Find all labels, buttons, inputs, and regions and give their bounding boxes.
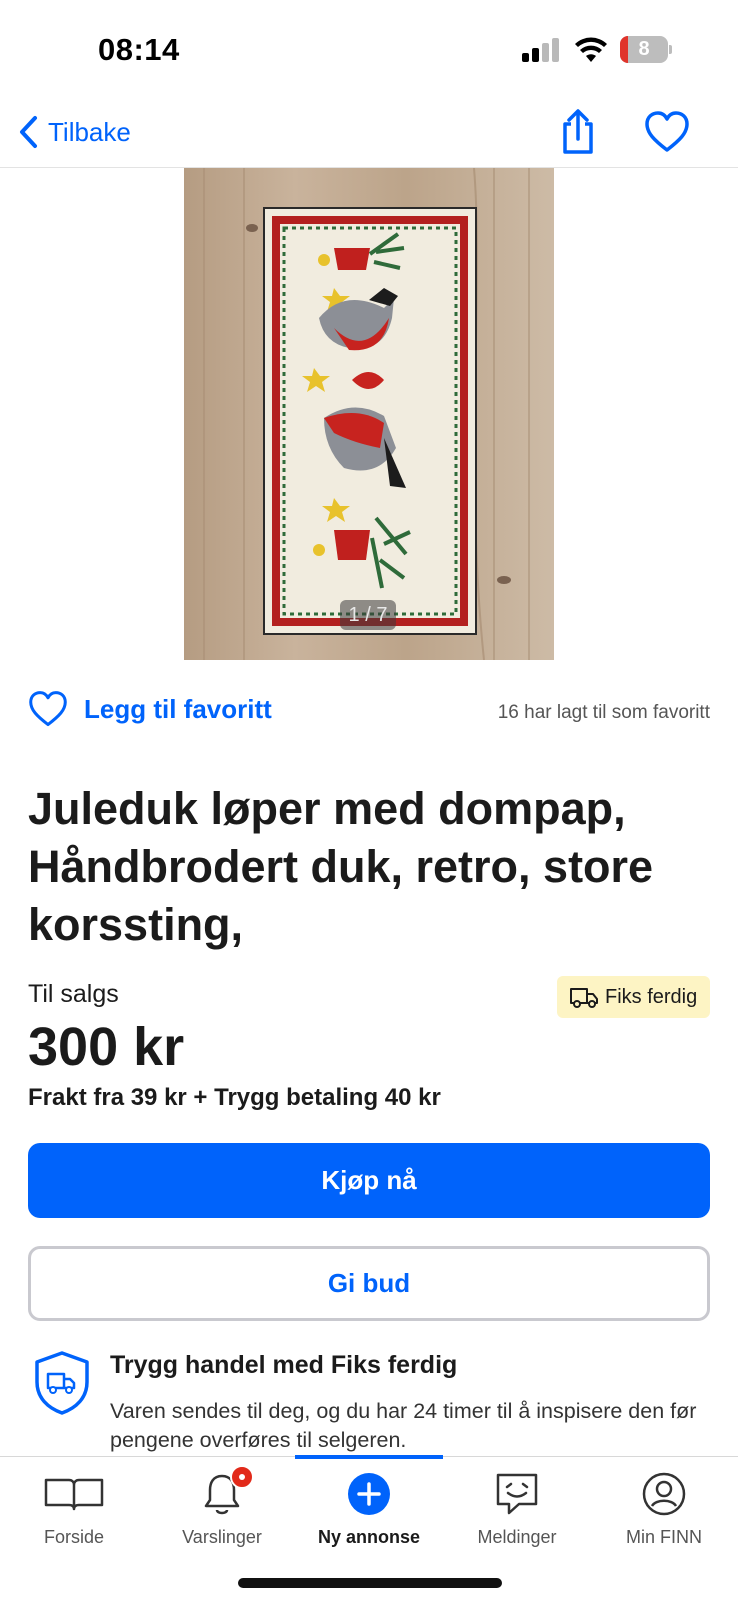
- make-offer-button[interactable]: Gi bud: [28, 1246, 710, 1321]
- navigation-bar: Tilbake: [0, 100, 738, 168]
- delivery-truck-icon: [570, 988, 598, 1008]
- tab-label: Meldinger: [477, 1527, 557, 1547]
- badge-label: Fiks ferdig: [605, 985, 698, 1008]
- battery-level: 8: [638, 38, 650, 60]
- sale-type-label: Til salgs: [28, 980, 119, 1008]
- tab-ny-annonse[interactable]: Ny annonse: [295, 1469, 443, 1559]
- tab-varslinger[interactable]: Varslinger: [148, 1465, 296, 1559]
- heart-icon: [29, 691, 67, 727]
- tab-min-finn[interactable]: Min FINN: [590, 1469, 738, 1559]
- cellular-signal-icon: [522, 38, 562, 62]
- tab-forside[interactable]: Forside: [0, 1469, 148, 1559]
- tab-meldinger[interactable]: Meldinger: [443, 1469, 591, 1559]
- shipping-info: Frakt fra 39 kr + Trygg betaling 40 kr: [28, 1084, 441, 1111]
- wifi-icon: [575, 37, 607, 62]
- profile-icon: [642, 1472, 686, 1516]
- tab-label: Ny annonse: [317, 1527, 421, 1547]
- listing-title: Juleduk løper med dompap, Håndbrodert du…: [28, 783, 654, 950]
- shield-truck-icon: [35, 1351, 89, 1415]
- tab-label: Min FINN: [626, 1527, 702, 1547]
- book-icon: [44, 1478, 104, 1511]
- safe-trade-title: Trygg handel med Fiks ferdig: [110, 1351, 458, 1379]
- plus-circle-icon: [348, 1473, 390, 1515]
- battery-icon: 8: [620, 36, 672, 63]
- back-label: Tilbake: [48, 116, 131, 147]
- back-button[interactable]: Tilbake: [18, 110, 131, 154]
- home-indicator[interactable]: [238, 1578, 502, 1588]
- favorite-count: 16 har lagt til som favoritt: [497, 702, 710, 723]
- tab-label: Forside: [43, 1527, 105, 1547]
- active-tab-indicator: [295, 1455, 443, 1459]
- price: 300 kr: [28, 1017, 185, 1077]
- favorite-row: Legg til favoritt 16 har lagt til som fa…: [28, 686, 710, 736]
- share-icon[interactable]: [556, 108, 600, 156]
- chevron-left-icon: [20, 116, 37, 148]
- listing-image[interactable]: 1 / 7: [184, 168, 554, 660]
- fiks-ferdig-badge: Fiks ferdig: [557, 976, 710, 1018]
- add-favorite-button[interactable]: Legg til favoritt: [28, 690, 272, 728]
- buy-now-button[interactable]: Kjøp nå: [28, 1143, 710, 1218]
- status-bar: 08:14 8: [0, 0, 738, 100]
- favorite-heart-icon[interactable]: [644, 110, 690, 154]
- safe-trade-text: Varen sendes til deg, og du har 24 timer…: [110, 1399, 697, 1452]
- add-favorite-label: Legg til favoritt: [84, 693, 272, 724]
- image-counter: 1 / 7: [340, 600, 396, 630]
- product-photo: [184, 168, 554, 660]
- status-time: 08:14: [98, 32, 180, 67]
- notification-badge: [230, 1465, 254, 1489]
- message-icon: [496, 1473, 538, 1515]
- tab-label: Varslinger: [182, 1527, 262, 1547]
